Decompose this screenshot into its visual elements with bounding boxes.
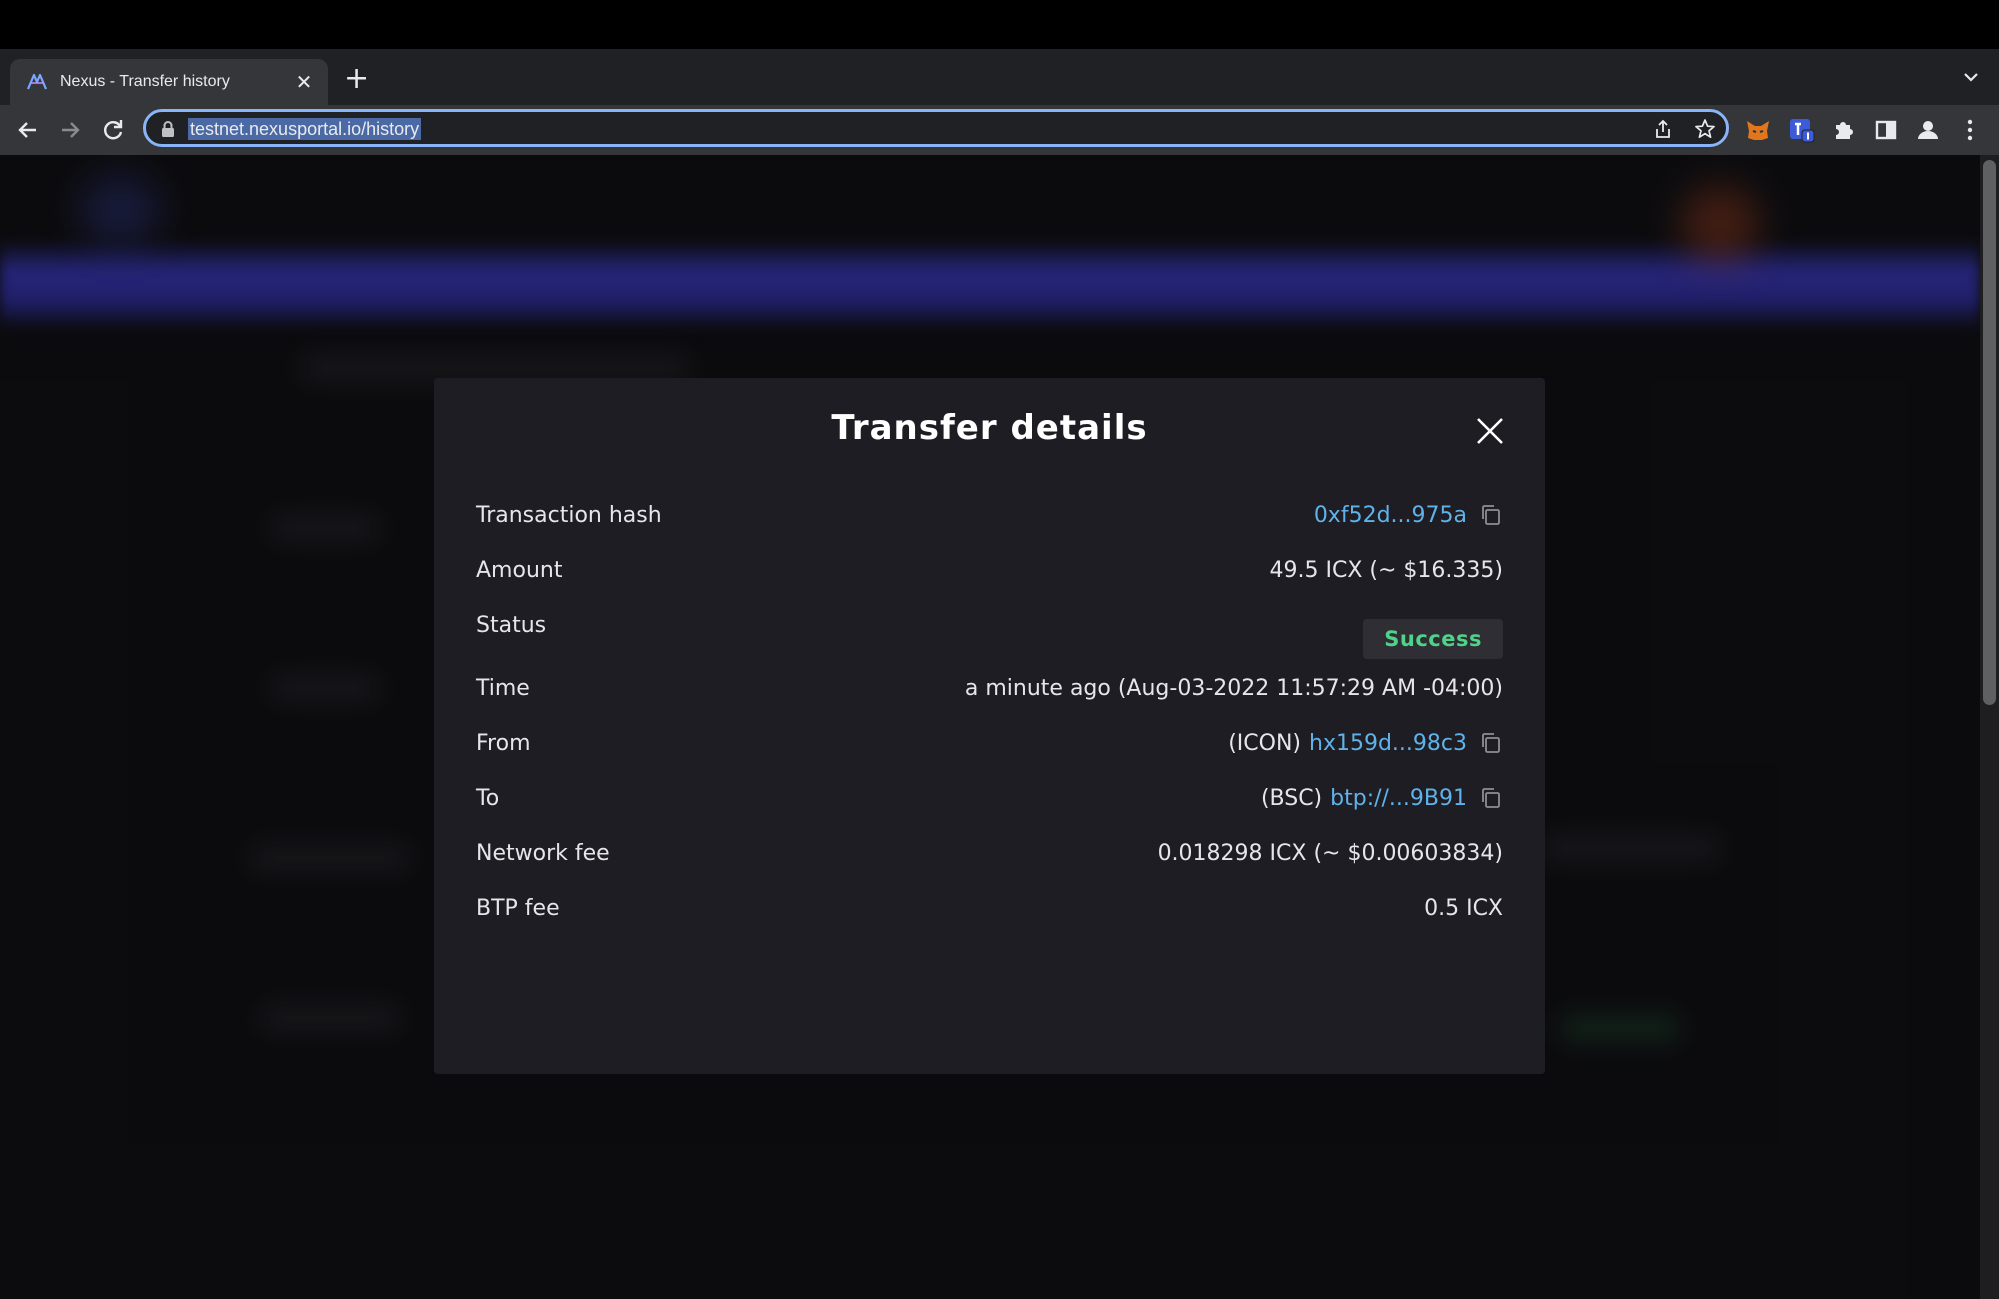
to-row: To (BSC) btp://...9B91 bbox=[476, 778, 1503, 818]
extensions-puzzle-icon[interactable] bbox=[1830, 116, 1858, 144]
time-value: a minute ago (Aug-03-2022 11:57:29 AM -0… bbox=[964, 675, 1503, 701]
to-address-link[interactable]: btp://...9B91 bbox=[1330, 786, 1467, 811]
star-icon[interactable] bbox=[1694, 118, 1716, 140]
metamask-extension-icon[interactable] bbox=[1744, 116, 1772, 144]
from-network: (ICON) bbox=[1228, 730, 1301, 756]
lock-icon[interactable] bbox=[160, 120, 176, 138]
time-label: Time bbox=[476, 675, 530, 701]
to-value: (BSC) btp://...9B91 bbox=[1261, 786, 1503, 811]
forward-icon[interactable] bbox=[56, 116, 84, 144]
transaction-hash-link[interactable]: 0xf52d...975a bbox=[1314, 503, 1467, 528]
to-network: (BSC) bbox=[1260, 785, 1323, 811]
from-value: (ICON) hx159d...98c3 bbox=[1228, 731, 1503, 756]
copy-icon[interactable] bbox=[1479, 786, 1503, 810]
time-row: Time a minute ago (Aug-03-2022 11:57:29 … bbox=[476, 668, 1503, 708]
reload-icon[interactable] bbox=[99, 116, 127, 144]
tab-title: Nexus - Transfer history bbox=[60, 73, 230, 90]
transaction-hash-row: Transaction hash 0xf52d...975a bbox=[476, 495, 1503, 535]
back-icon[interactable] bbox=[14, 116, 42, 144]
from-row: From (ICON) hx159d...98c3 bbox=[476, 723, 1503, 763]
amount-row: Amount 49.5 ICX (~ $16.335) bbox=[476, 550, 1503, 590]
network-fee-value: 0.018298 ICX (~ $0.00603834) bbox=[1157, 840, 1503, 866]
address-bar[interactable]: testnet.nexusportal.io/history bbox=[143, 109, 1729, 147]
tab-close-icon[interactable]: ✕ bbox=[292, 70, 316, 94]
url-text[interactable]: testnet.nexusportal.io/history bbox=[188, 118, 422, 140]
tab-strip: Nexus - Transfer history ✕ + bbox=[0, 49, 1999, 105]
new-tab-button[interactable]: + bbox=[344, 64, 369, 94]
transaction-hash-value: 0xf52d...975a bbox=[1314, 503, 1503, 528]
network-fee-label: Network fee bbox=[476, 840, 610, 866]
nexus-favicon-icon bbox=[26, 73, 48, 90]
to-label: To bbox=[476, 785, 500, 811]
copy-icon[interactable] bbox=[1479, 731, 1503, 755]
transfer-details-modal: Transfer details Transaction hash 0xf52d… bbox=[434, 378, 1545, 1074]
window-top-bar bbox=[0, 0, 1999, 49]
status-badge: Success bbox=[1363, 619, 1503, 659]
profile-icon[interactable] bbox=[1914, 116, 1942, 144]
browser-toolbar: testnet.nexusportal.io/history bbox=[0, 105, 1999, 155]
more-menu-icon[interactable] bbox=[1956, 116, 1984, 144]
page-scrollbar-thumb[interactable] bbox=[1983, 160, 1996, 705]
from-address-link[interactable]: hx159d...98c3 bbox=[1309, 731, 1467, 756]
tab-nexus-transfer-history[interactable]: Nexus - Transfer history ✕ bbox=[10, 59, 328, 105]
share-icon[interactable] bbox=[1652, 118, 1674, 140]
amount-value: 49.5 ICX (~ $16.335) bbox=[1269, 557, 1503, 583]
amount-label: Amount bbox=[476, 557, 563, 583]
side-panel-icon[interactable] bbox=[1872, 116, 1900, 144]
tab-list-chevron-icon[interactable] bbox=[1961, 67, 1981, 87]
transaction-hash-label: Transaction hash bbox=[476, 502, 662, 528]
network-fee-row: Network fee 0.018298 ICX (~ $0.00603834) bbox=[476, 833, 1503, 873]
from-label: From bbox=[476, 730, 531, 756]
hana-wallet-extension-icon[interactable] bbox=[1788, 116, 1816, 144]
status-badge-row: Success bbox=[476, 619, 1503, 659]
modal-title: Transfer details bbox=[831, 408, 1148, 448]
btp-fee-value: 0.5 ICX bbox=[1424, 895, 1503, 921]
btp-fee-row: BTP fee 0.5 ICX bbox=[476, 888, 1503, 928]
copy-icon[interactable] bbox=[1479, 503, 1503, 527]
btp-fee-label: BTP fee bbox=[476, 895, 560, 921]
close-icon[interactable] bbox=[1475, 416, 1505, 446]
